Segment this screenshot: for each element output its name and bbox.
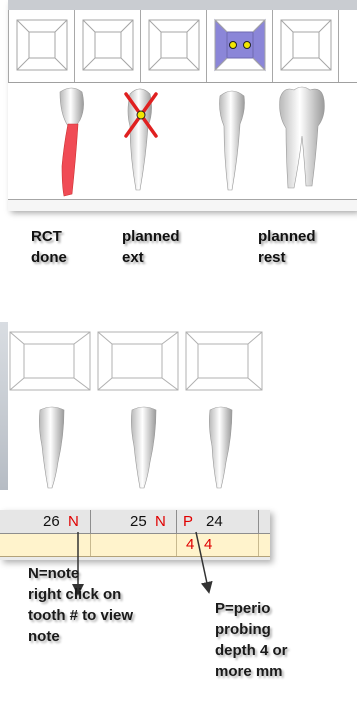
tooth-planned-ext-icon[interactable] — [116, 86, 164, 198]
note-flag-26[interactable]: N — [68, 510, 79, 533]
tooth-number-row: 26 N 25 N P 24 — [0, 510, 270, 534]
surface-diagram-1 — [16, 19, 68, 71]
tooth-rct-done-icon[interactable] — [50, 86, 94, 198]
lower-tooth-3-icon[interactable] — [204, 406, 238, 490]
tooth-surface-6[interactable] — [338, 10, 357, 82]
note-flag-25[interactable]: N — [155, 510, 166, 533]
tooth-number-25[interactable]: 25 — [130, 510, 147, 533]
chart-left-border — [0, 322, 8, 490]
legend-planned-ext: planned ext — [122, 228, 180, 266]
tooth-molar-icon[interactable] — [274, 86, 330, 196]
odontogram-lower-panel — [0, 322, 265, 490]
perio-flag-24[interactable]: P — [183, 510, 193, 533]
tooth-number-26[interactable]: 26 — [43, 510, 60, 533]
tooth-normal-icon[interactable] — [214, 86, 250, 196]
perio-explanation: P=perio probing depth 4 or more mm — [215, 600, 288, 680]
tooth-surface-1[interactable] — [8, 10, 74, 82]
note-explanation: N=note right click on tooth # to view no… — [28, 565, 133, 645]
probing-depth-2: 4 — [204, 536, 213, 553]
surface-diagram-3 — [148, 19, 200, 71]
surface-diagram-5 — [280, 19, 332, 71]
legend-rct-done: RCT done — [31, 228, 67, 266]
surface-diagram-4 — [214, 18, 266, 72]
odontogram-top-panel — [8, 0, 357, 211]
chart-bottom-border — [8, 199, 357, 211]
probing-depth-1: 4 — [186, 536, 195, 553]
lower-tooth-2-icon[interactable] — [126, 406, 162, 490]
lower-tooth-1-icon[interactable] — [34, 406, 70, 490]
surface-diagram-2 — [82, 19, 134, 71]
tooth-number-24[interactable]: 24 — [206, 510, 223, 533]
tooth-surface-2[interactable] — [74, 10, 140, 82]
probing-depth-row: 4 4 — [0, 534, 270, 557]
tooth-surface-3[interactable] — [140, 10, 206, 82]
legend-planned-rest: planned rest — [258, 228, 316, 266]
tooth-surface-4-planned-rest[interactable] — [206, 10, 272, 82]
surface-row — [8, 10, 357, 83]
tooth-number-table: 26 N 25 N P 24 4 4 — [0, 510, 270, 560]
tooth-surface-5[interactable] — [272, 10, 338, 82]
